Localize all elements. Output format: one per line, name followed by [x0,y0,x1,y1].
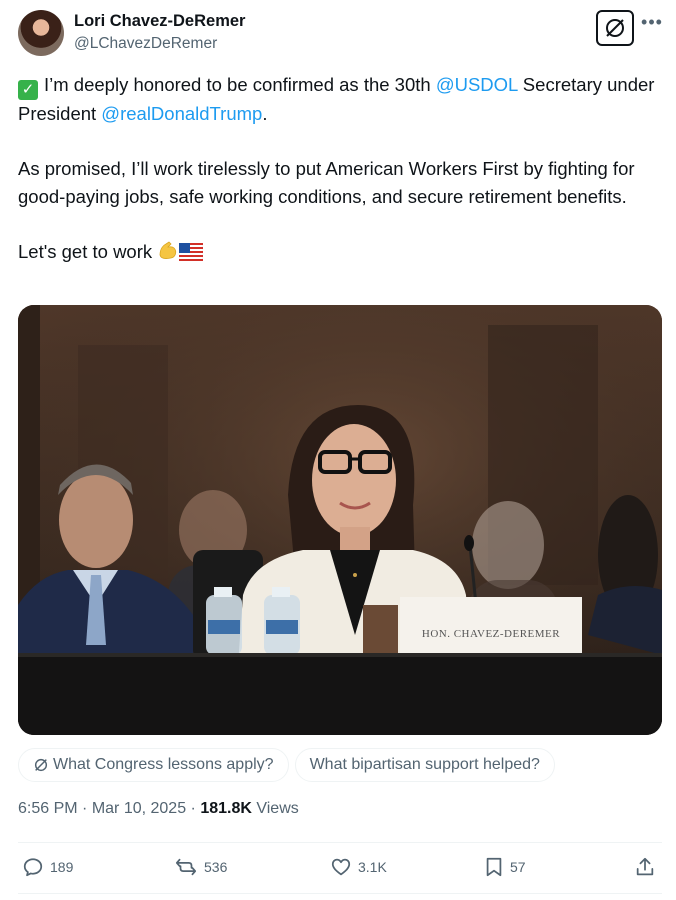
tweet-meta: 6:56 PM · Mar 10, 2025 · 181.8K Views [18,800,299,818]
reply-icon [23,858,43,877]
views-label: Views [251,800,299,817]
reply-button[interactable]: 189 [22,856,73,878]
share-button[interactable] [634,856,662,878]
divider [18,842,662,843]
bookmark-icon [486,857,502,877]
mention-usdol-link[interactable]: @USDOL [436,74,518,95]
repost-button[interactable]: 536 [174,856,227,878]
more-options-button[interactable]: ••• [640,12,664,36]
grok-prompt-chips: What Congress lessons apply? What bipart… [18,748,555,782]
grok-prompt-chip-1[interactable]: What Congress lessons apply? [18,748,289,782]
tweet-time[interactable]: 6:56 PM [18,800,78,817]
share-icon [636,857,654,876]
tweet-date[interactable]: Mar 10, 2025 [92,800,186,817]
tweet-photo[interactable]: HON. CHAVEZ-DEREMER [18,305,662,735]
grok-prompt-chip-2[interactable]: What bipartisan support helped? [294,748,555,782]
action-bar: 189 536 3.1K 57 [18,848,662,888]
bookmark-count: 57 [510,859,526,875]
repost-icon [175,858,197,876]
like-button[interactable]: 3.1K [330,856,387,878]
mention-realdonaldtrump-link[interactable]: @realDonaldTrump [101,103,262,124]
grok-icon [33,757,49,773]
nameplate-text: HON. CHAVEZ-DEREMER [422,628,560,640]
repost-count: 536 [204,859,228,875]
bookmark-button[interactable]: 57 [484,856,526,878]
meta-separator: · [77,800,92,817]
meta-separator: · [186,800,201,817]
grok-button[interactable] [596,10,634,46]
tweet-line1-end: . [262,103,268,124]
grok-prompt-label: What Congress lessons apply? [53,756,274,773]
like-count: 3.1K [358,859,387,875]
divider [18,893,662,894]
check-mark-emoji-icon: ✓ [18,80,38,100]
author-name[interactable]: Lori Chavez-DeRemer [74,12,245,31]
us-flag-emoji-icon [179,241,204,269]
grok-icon [606,19,624,37]
author-handle[interactable]: @LChavezDeRemer [74,35,217,53]
heart-icon [331,858,351,876]
reply-count: 189 [50,859,74,875]
tweet-header: Lori Chavez-DeRemer @LChavezDeRemer ••• [18,10,664,58]
tweet-paragraph-2: As promised, I’ll work tirelessly to put… [18,158,635,207]
avatar[interactable] [18,10,64,56]
tweet-line1-pre: I’m deeply honored to be confirmed as th… [44,74,436,95]
ellipsis-icon: ••• [641,12,663,32]
tweet-text: ✓ I’m deeply honored to be confirmed as t… [18,71,658,268]
confirmation-hearing-photo: HON. CHAVEZ-DEREMER [18,305,662,735]
tweet-paragraph-3: Let's get to work [18,240,153,262]
views-count[interactable]: 181.8K [200,800,252,817]
flexed-biceps-emoji-icon [157,239,179,269]
grok-prompt-label: What bipartisan support helped? [309,756,540,773]
